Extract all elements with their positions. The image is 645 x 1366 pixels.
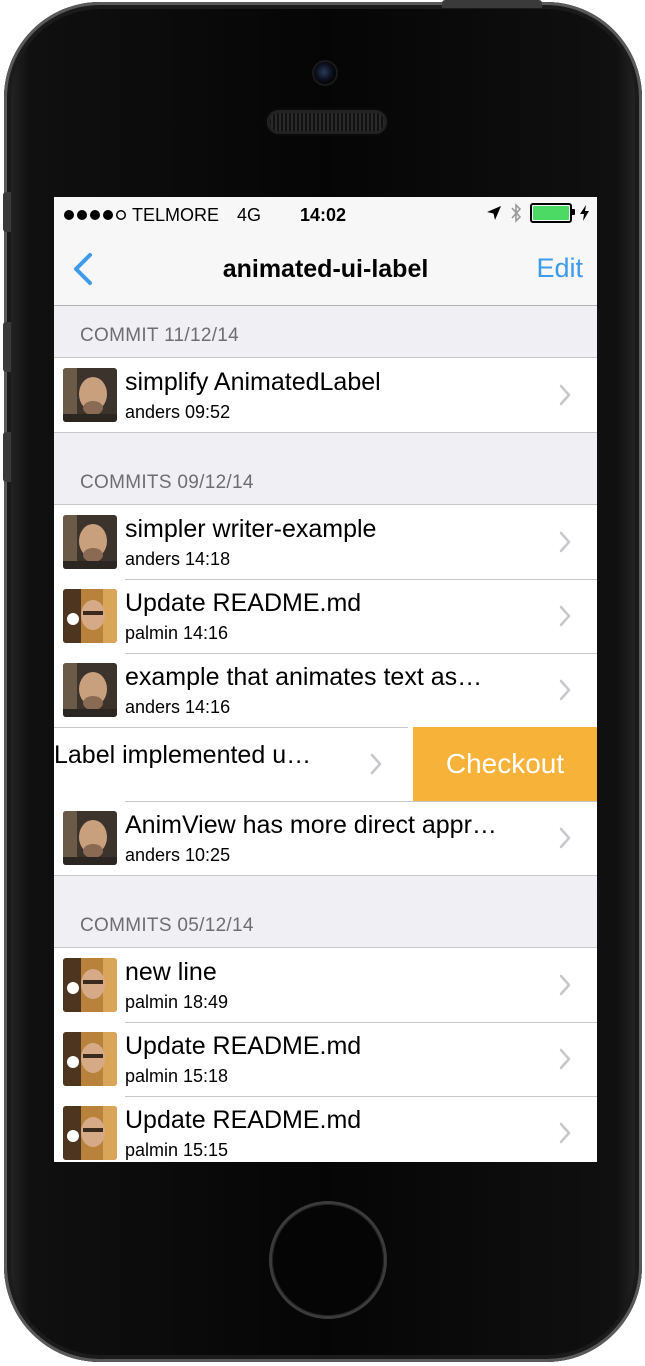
commit-row[interactable]: Update README.md palmin 14:16 — [54, 579, 597, 653]
commit-list: COMMIT 11/12/14 simplify AnimatedLabel and… — [54, 306, 597, 1162]
chevron-right-icon — [559, 384, 571, 406]
section-header: COMMITS 09/12/14 — [54, 453, 597, 505]
commit-row[interactable]: new line palmin 18:49 — [54, 948, 597, 1022]
home-button[interactable] — [272, 1204, 384, 1316]
avatar — [63, 811, 117, 865]
commit-row[interactable]: example that animates text as… anders 14:… — [54, 653, 597, 727]
commit-message: example that animates text as… — [125, 663, 483, 691]
status-time: 14:02 — [300, 205, 347, 225]
commit-author-time: anders 10:25 — [125, 845, 231, 865]
commit-author-time: anders 09:52 — [125, 402, 231, 422]
avatar — [63, 958, 117, 1012]
commit-message: Label implemented u… — [54, 741, 312, 769]
avatar — [63, 368, 117, 422]
carrier-name: TELMORE — [132, 204, 220, 225]
chevron-right-icon — [559, 1048, 571, 1070]
network-type: 4G — [237, 204, 262, 225]
commit-message: simpler writer-example — [125, 515, 377, 543]
bluetooth-icon — [511, 203, 522, 223]
commit-message: Update README.md — [125, 589, 362, 617]
chevron-right-icon — [559, 679, 571, 701]
location-arrow-icon — [487, 206, 501, 220]
avatar — [63, 589, 117, 643]
commit-author-time: anders 14:16 — [125, 697, 231, 717]
commit-row[interactable]: simpler writer-example anders 14:18 — [54, 505, 597, 579]
checkout-button[interactable]: Checkout — [413, 727, 597, 801]
chevron-right-icon — [559, 531, 571, 553]
commit-message: simplify AnimatedLabel — [125, 368, 381, 396]
commit-message: Update README.md — [125, 1032, 362, 1060]
commit-row[interactable]: simplify AnimatedLabel anders 09:52 — [54, 358, 597, 432]
section-header: COMMIT 11/12/14 — [54, 306, 597, 358]
commit-row[interactable]: Update README.md palmin 15:18 — [54, 1022, 597, 1096]
commit-message: AnimView has more direct appr… — [125, 811, 497, 839]
avatar — [63, 1032, 117, 1086]
commit-author-time: palmin 14:16 — [125, 623, 229, 643]
avatar — [63, 663, 117, 717]
front-camera — [314, 62, 336, 84]
volume-up-button — [3, 322, 11, 372]
commit-group: new line palmin 18:49 Update README.md palm… — [54, 948, 597, 1162]
commit-row[interactable]: Update README.md palmin 15:15 — [54, 1096, 597, 1162]
edit-button[interactable]: Edit — [536, 253, 583, 284]
commit-author-time: palmin 18:49 — [125, 992, 229, 1012]
chevron-right-icon — [559, 827, 571, 849]
battery-icon — [530, 203, 575, 223]
commit-author-time: palmin 15:18 — [125, 1066, 229, 1086]
signal-strength-icon — [64, 210, 126, 220]
chevron-right-icon — [559, 605, 571, 627]
chevron-right-icon — [559, 974, 571, 996]
commit-message: new line — [125, 958, 217, 986]
commit-group: simplify AnimatedLabel anders 09:52 — [54, 358, 597, 433]
commit-author-time: anders 14:18 — [125, 549, 231, 569]
commit-row[interactable]: Label implemented u… Checkout — [54, 727, 597, 801]
charging-bolt-icon — [580, 205, 589, 221]
chevron-right-icon — [370, 753, 382, 775]
mute-switch — [3, 192, 11, 232]
commit-author-time: palmin 15:15 — [125, 1140, 229, 1160]
commit-row[interactable]: AnimView has more direct appr… anders 10:… — [54, 801, 597, 875]
avatar — [63, 1106, 117, 1160]
commit-group: simpler writer-example anders 14:18 Update… — [54, 505, 597, 876]
navigation-bar: animated-ui-label Edit — [54, 233, 597, 306]
power-button — [442, 0, 542, 8]
volume-down-button — [3, 432, 11, 482]
commit-message: Update README.md — [125, 1106, 362, 1134]
section-header: COMMITS 05/12/14 — [54, 896, 597, 948]
earpiece-speaker — [267, 110, 387, 134]
page-title: animated-ui-label — [222, 255, 429, 283]
status-bar: TELMORE 4G 14:02 — [54, 197, 597, 233]
chevron-right-icon — [559, 1122, 571, 1144]
screen: TELMORE 4G 14:02 animated-ui-label Edit … — [54, 197, 597, 1162]
avatar — [63, 515, 117, 569]
